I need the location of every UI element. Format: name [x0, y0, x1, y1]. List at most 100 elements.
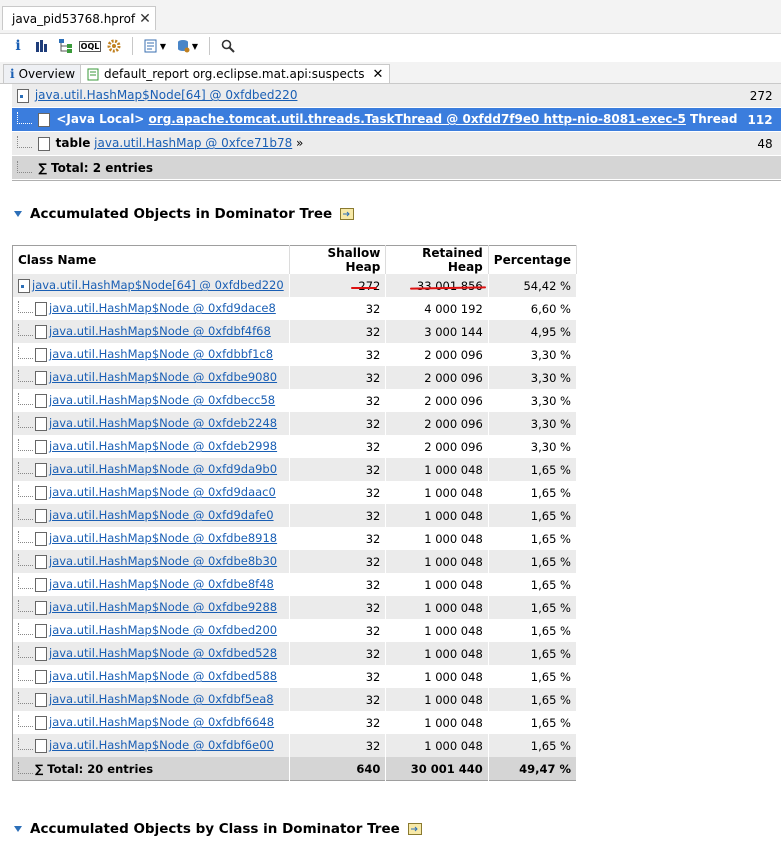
section-title: Accumulated Objects by Class in Dominato… — [30, 821, 400, 837]
object-icon — [35, 462, 47, 477]
tab-overview[interactable]: i Overview — [3, 64, 83, 83]
oql-button[interactable]: OQL — [78, 36, 102, 56]
object-link[interactable]: java.util.HashMap$Node @ 0xfd9dafe0 — [49, 508, 274, 522]
percentage-cell: 54,42 % — [488, 274, 578, 297]
open-in-editor-icon[interactable] — [340, 208, 355, 220]
percentage-cell: 4,95 % — [488, 320, 578, 343]
retained-heap-cell: 1 000 048 — [385, 665, 489, 688]
column-header-retained-heap[interactable]: Retained Heap — [385, 245, 489, 274]
object-link[interactable]: java.util.HashMap$Node @ 0xfdbecc58 — [49, 393, 275, 407]
table-row[interactable]: java.util.HashMap$Node @ 0xfdbed528 32 1 0… — [12, 642, 578, 665]
table-row[interactable]: java.util.HashMap$Node @ 0xfdeb2248 32 2 0… — [12, 412, 578, 435]
table-row[interactable]: java.util.HashMap$Node[64] @ 0xfdbed220 … — [12, 84, 781, 108]
object-icon — [35, 623, 47, 638]
table-row[interactable]: java.util.HashMap$Node[64] @ 0xfdbed220 2… — [12, 274, 578, 297]
percentage-cell: 1,65 % — [488, 504, 578, 527]
annotation-underline-shallow — [351, 287, 377, 289]
percentage-cell: 1,65 % — [488, 711, 578, 734]
expand-more-icon[interactable]: » — [296, 136, 303, 150]
total-label: Total: 2 entries — [51, 160, 154, 175]
table-row[interactable]: java.util.HashMap$Node @ 0xfd9dace8 32 4 0… — [12, 297, 578, 320]
column-header-class-name[interactable]: Class Name — [12, 245, 290, 274]
column-header-percentage[interactable]: Percentage — [488, 245, 578, 274]
object-link[interactable]: java.util.HashMap$Node @ 0xfdbe8f48 — [49, 577, 274, 591]
retained-value: 272 — [742, 84, 778, 108]
object-link[interactable]: java.util.HashMap$Node @ 0xfdbf5ea8 — [49, 692, 274, 706]
object-link[interactable]: java.util.HashMap$Node @ 0xfdbe9080 — [49, 370, 277, 384]
histogram-button[interactable] — [32, 36, 52, 56]
object-link[interactable]: java.util.HashMap$Node @ 0xfdeb2998 — [49, 439, 277, 453]
table-row[interactable]: java.util.HashMap$Node @ 0xfd9da9b0 32 1 0… — [12, 458, 578, 481]
object-link[interactable]: java.util.HashMap$Node @ 0xfd9daac0 — [49, 485, 276, 499]
tree-connector — [17, 160, 32, 173]
percentage-cell: 3,30 % — [488, 366, 578, 389]
table-row[interactable]: java.util.HashMap$Node @ 0xfdbf5ea8 32 1 0… — [12, 688, 578, 711]
table-row[interactable]: table java.util.HashMap @ 0xfce71b78 » 4… — [12, 131, 781, 156]
object-link[interactable]: java.util.HashMap$Node @ 0xfd9da9b0 — [49, 462, 277, 476]
table-row[interactable]: java.util.HashMap$Node @ 0xfd9dafe0 32 1 0… — [12, 504, 578, 527]
close-icon[interactable]: ✕ — [139, 11, 151, 27]
table-row[interactable]: java.util.HashMap$Node @ 0xfdeb2998 32 2 0… — [12, 435, 578, 458]
dominator-tree-button[interactable] — [56, 36, 76, 56]
open-in-editor-icon[interactable] — [407, 823, 422, 835]
collapse-triangle-icon[interactable] — [14, 211, 22, 217]
object-link[interactable]: java.util.HashMap$Node @ 0xfdbe8918 — [49, 531, 277, 545]
object-link[interactable]: java.util.HashMap$Node @ 0xfdbf6648 — [49, 715, 274, 729]
object-link[interactable]: java.util.HashMap$Node @ 0xfdbed200 — [49, 623, 277, 637]
toolbar-separator — [132, 37, 133, 55]
object-link[interactable]: java.util.HashMap$Node @ 0xfdbed588 — [49, 669, 277, 683]
table-row[interactable]: java.util.HashMap$Node @ 0xfdbe8f48 32 1 0… — [12, 573, 578, 596]
retained-heap-cell: 2 000 096 — [385, 412, 489, 435]
tab-default-report[interactable]: default_report org.eclipse.mat.api:suspe… — [80, 64, 391, 83]
table-row[interactable]: java.util.HashMap$Node @ 0xfdbe9080 32 2 0… — [12, 366, 578, 389]
retained-heap-cell: 1 000 048 — [385, 734, 489, 757]
table-row-selected[interactable]: <Java Local> org.apache.tomcat.util.thre… — [12, 107, 781, 132]
thread-overview-button[interactable] — [104, 36, 124, 56]
table-row[interactable]: java.util.HashMap$Node @ 0xfdbbf1c8 32 2 0… — [12, 343, 578, 366]
object-link[interactable]: java.util.HashMap$Node @ 0xfdbe9288 — [49, 600, 277, 614]
table-row[interactable]: java.util.HashMap$Node @ 0xfdbe8918 32 1 0… — [12, 527, 578, 550]
object-link[interactable]: java.util.HashMap$Node @ 0xfdbe8b30 — [49, 554, 277, 568]
shallow-heap-cell: 32 — [289, 527, 387, 550]
object-link[interactable]: java.util.HashMap$Node @ 0xfdbbf1c8 — [49, 347, 273, 361]
hashmap-link[interactable]: java.util.HashMap @ 0xfce71b78 — [94, 136, 292, 150]
object-link[interactable]: java.util.HashMap$Node[64] @ 0xfdbed220 — [35, 88, 298, 102]
table-row[interactable]: java.util.HashMap$Node @ 0xfdbed588 32 1 0… — [12, 665, 578, 688]
object-array-icon — [17, 88, 29, 103]
table-row[interactable]: java.util.HashMap$Node @ 0xfdbf6e00 32 1 0… — [12, 734, 578, 757]
shallow-heap-cell: 32 — [289, 297, 387, 320]
search-button[interactable] — [218, 36, 238, 56]
retained-heap-cell: 4 000 192 — [385, 297, 489, 320]
object-link[interactable]: java.util.HashMap$Node @ 0xfdbf4f68 — [49, 324, 271, 338]
table-row[interactable]: java.util.HashMap$Node @ 0xfdbe8b30 32 1 0… — [12, 550, 578, 573]
thread-link[interactable]: org.apache.tomcat.util.threads.TaskThrea… — [149, 112, 686, 126]
table-row[interactable]: java.util.HashMap$Node @ 0xfdbed200 32 1 0… — [12, 619, 578, 642]
info-button[interactable]: i — [8, 36, 28, 56]
object-icon — [35, 347, 47, 362]
close-icon[interactable]: ✕ — [372, 67, 383, 82]
total-shallow: 640 — [289, 757, 387, 781]
reports-button[interactable]: ▼ — [141, 36, 169, 56]
collapse-triangle-icon[interactable] — [14, 826, 22, 832]
object-icon — [35, 646, 47, 661]
table-row[interactable]: java.util.HashMap$Node @ 0xfdbecc58 32 2 0… — [12, 389, 578, 412]
section-header-by-class[interactable]: Accumulated Objects by Class in Dominato… — [14, 821, 422, 837]
retained-heap-cell: 2 000 096 — [385, 435, 489, 458]
table-row[interactable]: java.util.HashMap$Node @ 0xfd9daac0 32 1 0… — [12, 481, 578, 504]
table-row[interactable]: java.util.HashMap$Node @ 0xfdbe9288 32 1 0… — [12, 596, 578, 619]
section-header-dominator[interactable]: Accumulated Objects in Dominator Tree — [14, 206, 355, 222]
percentage-cell: 1,65 % — [488, 550, 578, 573]
table-row[interactable]: java.util.HashMap$Node @ 0xfdbf6648 32 1 0… — [12, 711, 578, 734]
editor-tab-hprof[interactable]: java_pid53768.hprof ✕ — [2, 6, 156, 30]
column-header-shallow-heap[interactable]: Shallow Heap — [289, 245, 387, 274]
table-row[interactable]: java.util.HashMap$Node @ 0xfdbf4f68 32 3 0… — [12, 320, 578, 343]
heap-dump-button[interactable]: ▼ — [173, 36, 201, 56]
object-link[interactable]: java.util.HashMap$Node @ 0xfdbed528 — [49, 646, 277, 660]
object-link[interactable]: java.util.HashMap$Node[64] @ 0xfdbed220 — [32, 278, 284, 292]
object-icon — [35, 692, 47, 707]
retained-heap-cell: 1 000 048 — [385, 573, 489, 596]
object-link[interactable]: java.util.HashMap$Node @ 0xfd9dace8 — [49, 301, 276, 315]
object-link[interactable]: java.util.HashMap$Node @ 0xfdeb2248 — [49, 416, 277, 430]
object-icon — [35, 715, 47, 730]
object-link[interactable]: java.util.HashMap$Node @ 0xfdbf6e00 — [49, 738, 274, 752]
